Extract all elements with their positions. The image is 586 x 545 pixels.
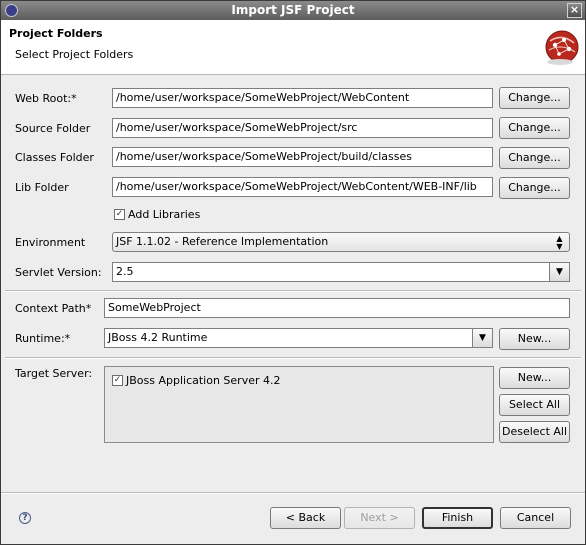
- import-jsf-project-dialog: Import JSF Project × Project Folders Sel…: [0, 0, 586, 545]
- select-all-button[interactable]: Select All: [499, 394, 570, 416]
- page-title: Project Folders: [9, 27, 103, 40]
- separator: [5, 357, 581, 359]
- deselect-all-button[interactable]: Deselect All: [499, 421, 570, 443]
- environment-select[interactable]: JSF 1.1.02 - Reference Implementation ▲ ▼: [112, 232, 570, 252]
- source-folder-field[interactable]: /home/user/workspace/SomeWebProject/src: [112, 118, 493, 138]
- new-runtime-button[interactable]: New...: [499, 328, 570, 350]
- classes-folder-label: Classes Folder: [15, 151, 94, 164]
- close-icon[interactable]: ×: [567, 3, 582, 18]
- runtime-combo[interactable]: JBoss 4.2 Runtime ▼: [104, 328, 493, 348]
- jsf-wizard-logo: [545, 30, 579, 65]
- cancel-button[interactable]: Cancel: [500, 507, 571, 529]
- servlet-version-label: Servlet Version:: [15, 266, 102, 279]
- add-libraries-label: Add Libraries: [128, 208, 201, 221]
- chevron-down-icon[interactable]: ▼: [472, 329, 492, 347]
- wizard-banner: Project Folders Select Project Folders: [1, 20, 585, 75]
- help-icon[interactable]: ?: [19, 512, 31, 524]
- web-root-label: Web Root:*: [15, 92, 77, 105]
- servlet-version-value: 2.5: [116, 265, 134, 278]
- runtime-label: Runtime:*: [15, 332, 71, 345]
- web-root-field[interactable]: /home/user/workspace/SomeWebProject/WebC…: [112, 88, 493, 108]
- runtime-value: JBoss 4.2 Runtime: [108, 331, 208, 344]
- environment-value: JSF 1.1.02 - Reference Implementation: [116, 235, 329, 248]
- footer-separator: [1, 492, 585, 494]
- context-path-field[interactable]: SomeWebProject: [104, 298, 570, 318]
- target-server-label: Target Server:: [15, 367, 93, 380]
- page-subtitle: Select Project Folders: [15, 48, 134, 61]
- updown-arrow-icon: ▲ ▼: [556, 234, 563, 251]
- classes-folder-field[interactable]: /home/user/workspace/SomeWebProject/buil…: [112, 147, 493, 167]
- list-item: JBoss Application Server 4.2: [126, 374, 281, 387]
- window-title: Import JSF Project: [231, 3, 355, 17]
- new-server-button[interactable]: New...: [499, 367, 570, 389]
- lib-folder-change-button[interactable]: Change...: [499, 177, 570, 199]
- jboss-server-checkbox[interactable]: ✓: [112, 375, 123, 386]
- finish-button[interactable]: Finish: [422, 507, 493, 529]
- classes-folder-change-button[interactable]: Change...: [499, 147, 570, 169]
- back-button[interactable]: < Back: [270, 507, 341, 529]
- lib-folder-field[interactable]: /home/user/workspace/SomeWebProject/WebC…: [112, 177, 493, 197]
- target-server-list[interactable]: ✓ JBoss Application Server 4.2: [104, 366, 494, 443]
- lib-folder-label: Lib Folder: [15, 181, 69, 194]
- eclipse-icon: [5, 4, 18, 17]
- add-libraries-checkbox[interactable]: ✓: [114, 209, 125, 220]
- servlet-version-combo[interactable]: 2.5 ▼: [112, 262, 570, 282]
- title-bar: Import JSF Project ×: [1, 1, 585, 20]
- separator: [5, 290, 581, 292]
- source-folder-label: Source Folder: [15, 122, 91, 135]
- source-folder-change-button[interactable]: Change...: [499, 117, 570, 139]
- web-root-change-button[interactable]: Change...: [499, 87, 570, 109]
- next-button[interactable]: Next >: [344, 507, 415, 529]
- chevron-down-icon[interactable]: ▼: [549, 263, 569, 281]
- context-path-label: Context Path*: [15, 302, 92, 315]
- environment-label: Environment: [15, 236, 86, 249]
